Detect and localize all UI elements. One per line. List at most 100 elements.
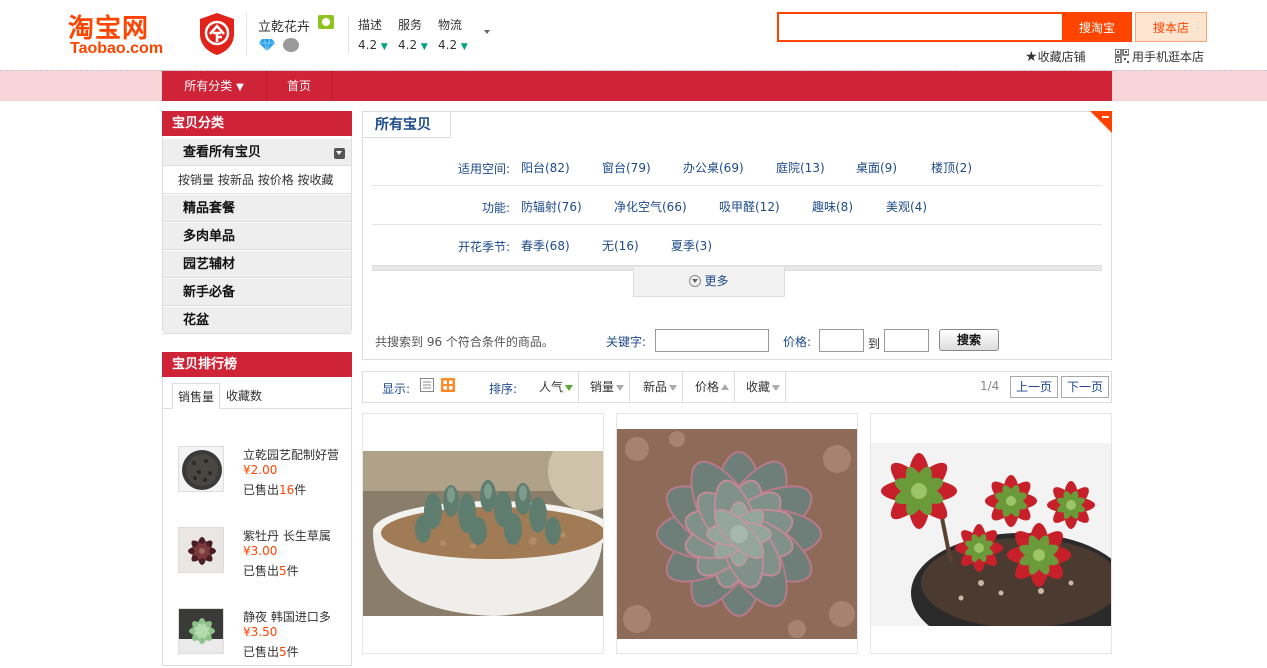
search-taobao-button[interactable]: 搜淘宝	[1062, 12, 1132, 42]
filter-option[interactable]: 防辐射(76)	[521, 198, 582, 215]
tab-sales[interactable]: 销售量	[172, 383, 221, 409]
filter-option[interactable]: 夏季(3)	[671, 237, 712, 254]
sort-by-new-link[interactable]: 按新品	[218, 173, 254, 187]
product-image[interactable]	[617, 429, 857, 639]
filter-option[interactable]: 趣味(8)	[812, 198, 853, 215]
favorite-shop-link[interactable]: ★收藏店铺	[1025, 48, 1086, 65]
filter-option[interactable]: 净化空气(66)	[614, 198, 687, 215]
display-label: 显示:	[382, 382, 411, 396]
filter-option[interactable]: 吸甲醛(12)	[719, 198, 780, 215]
rating-label: 物流	[438, 18, 463, 32]
category-sort-links: 按销量 按新品 按价格 按收藏	[163, 167, 351, 194]
rating-value: 4.2 ▼	[438, 38, 468, 52]
rank-item[interactable]: 紫牡丹 长生草属 ¥3.00 已售出5件	[178, 527, 348, 587]
rating-label: 服务	[398, 18, 423, 32]
rank-item-sold: 已售出16件	[243, 483, 307, 497]
sort-sales[interactable]: 销量	[585, 372, 631, 402]
filter-option[interactable]: 阳台(82)	[521, 159, 570, 176]
arrow-down-icon	[565, 385, 574, 391]
category-item[interactable]: 花盆	[163, 307, 351, 334]
rank-item-name[interactable]: 静夜 韩国进口多	[243, 608, 343, 625]
search-input[interactable]	[777, 12, 1062, 42]
category-panel-title: 宝贝分类	[162, 111, 352, 136]
rating-value: 4.2 ▼	[358, 38, 388, 52]
nav-all-categories[interactable]: 所有分类 ▼	[162, 71, 266, 101]
filter-more-button[interactable]: 更多	[633, 267, 785, 297]
price-to-label: 到	[868, 337, 881, 351]
arrow-down-icon: ▼	[420, 42, 428, 52]
sort-popularity[interactable]: 人气	[534, 372, 580, 402]
filter-option[interactable]: 庭院(13)	[776, 159, 825, 176]
next-page-button[interactable]: 下一页	[1061, 376, 1109, 398]
arrow-down-icon	[669, 385, 678, 391]
shop-name[interactable]: 立乾花卉	[258, 16, 310, 35]
tab-favorites[interactable]: 收藏数	[221, 383, 267, 409]
product-card[interactable]	[362, 413, 604, 654]
collapse-icon[interactable]	[334, 148, 345, 159]
filter-option[interactable]: 桌面(9)	[856, 159, 897, 176]
rank-item[interactable]: 静夜 韩国进口多 ¥3.50 已售出5件	[178, 608, 348, 668]
category-item[interactable]: 园艺辅材	[163, 251, 351, 278]
product-image[interactable]	[363, 451, 603, 616]
filter-option[interactable]: 美观(4)	[886, 198, 927, 215]
nav-divider	[331, 71, 332, 101]
keyword-input[interactable]	[655, 329, 769, 352]
rating-label: 描述	[358, 18, 383, 32]
enterprise-shop-badge-icon	[200, 13, 234, 55]
nav-home[interactable]: 首页	[267, 71, 331, 101]
sort-favorites[interactable]: 收藏	[741, 372, 787, 402]
product-image[interactable]	[871, 443, 1111, 626]
arrow-down-icon	[616, 385, 625, 391]
filter-option[interactable]: 春季(68)	[521, 237, 570, 254]
filter-option[interactable]: 办公桌(69)	[683, 159, 744, 176]
prev-page-button[interactable]: 上一页	[1010, 376, 1058, 398]
category-view-all[interactable]: 查看所有宝贝	[163, 139, 351, 166]
rank-item-name[interactable]: 紫牡丹 长生草属	[243, 527, 343, 544]
ranking-panel-title: 宝贝排行榜	[162, 352, 352, 377]
sort-label: 排序:	[489, 382, 518, 396]
sort-by-fav-link[interactable]: 按收藏	[298, 173, 334, 187]
filter-row-space: 适用空间: 阳台(82) 窗台(79) 办公桌(69) 庭院(13) 桌面(9)…	[372, 148, 1102, 186]
arrow-up-icon	[721, 384, 730, 390]
rank-item-sold: 已售出5件	[243, 564, 299, 578]
sort-new[interactable]: 新品	[638, 372, 684, 402]
rank-item-name[interactable]: 立乾园艺配制好营	[243, 446, 343, 463]
collapse-corner-icon[interactable]	[1090, 111, 1112, 133]
rank-thumbnail[interactable]	[178, 446, 224, 492]
qrcode-icon	[1114, 48, 1130, 64]
ratings-dropdown-icon[interactable]	[484, 30, 490, 34]
filter-option[interactable]: 楼顶(2)	[931, 159, 972, 176]
shop-ratings: 描述 服务 物流 4.2 ▼ 4.2 ▼ 4.2 ▼	[358, 16, 478, 52]
chevron-down-icon	[689, 275, 702, 287]
sort-by-price-link[interactable]: 按价格	[258, 173, 294, 187]
price-max-input[interactable]	[884, 329, 929, 352]
filter-search-button[interactable]: 搜索	[939, 329, 999, 351]
grid-view-icon[interactable]	[441, 378, 455, 392]
rank-thumbnail[interactable]	[178, 608, 224, 654]
sort-by-sales-link[interactable]: 按销量	[178, 173, 214, 187]
mobile-shop-link[interactable]: 用手机逛本店	[1114, 48, 1204, 65]
sort-price[interactable]: 价格	[690, 372, 736, 402]
search-result-count: 共搜索到 96 个符合条件的商品。	[375, 335, 554, 349]
product-card[interactable]	[870, 413, 1112, 654]
list-view-icon[interactable]	[420, 378, 434, 392]
category-item[interactable]: 新手必备	[163, 279, 351, 306]
rank-thumbnail[interactable]	[178, 527, 224, 573]
filter-row-season: 开花季节: 春季(68) 无(16) 夏季(3)	[372, 226, 1102, 264]
filter-option[interactable]: 窗台(79)	[602, 159, 651, 176]
category-item[interactable]: 精品套餐	[163, 195, 351, 222]
search-shop-button[interactable]: 搜本店	[1135, 12, 1207, 42]
product-card[interactable]	[616, 413, 858, 654]
taobao-logo-en[interactable]: Taobao.com	[70, 40, 163, 58]
category-list: 查看所有宝贝 按销量 按新品 按价格 按收藏 精品套餐 多肉单品 园艺辅材 新手…	[162, 136, 352, 334]
arrow-down-icon: ▼	[460, 42, 468, 52]
price-label: 价格:	[783, 335, 812, 349]
price-min-input[interactable]	[819, 329, 864, 352]
filter-option[interactable]: 无(16)	[602, 237, 639, 254]
rank-item-price: ¥3.00	[243, 544, 278, 558]
category-item[interactable]: 多肉单品	[163, 223, 351, 250]
caret-down-icon: ▼	[236, 82, 244, 93]
keyword-label: 关键字:	[606, 335, 647, 349]
rank-item[interactable]: 立乾园艺配制好营 ¥2.00 已售出16件	[178, 446, 348, 506]
header-divider	[246, 12, 247, 56]
